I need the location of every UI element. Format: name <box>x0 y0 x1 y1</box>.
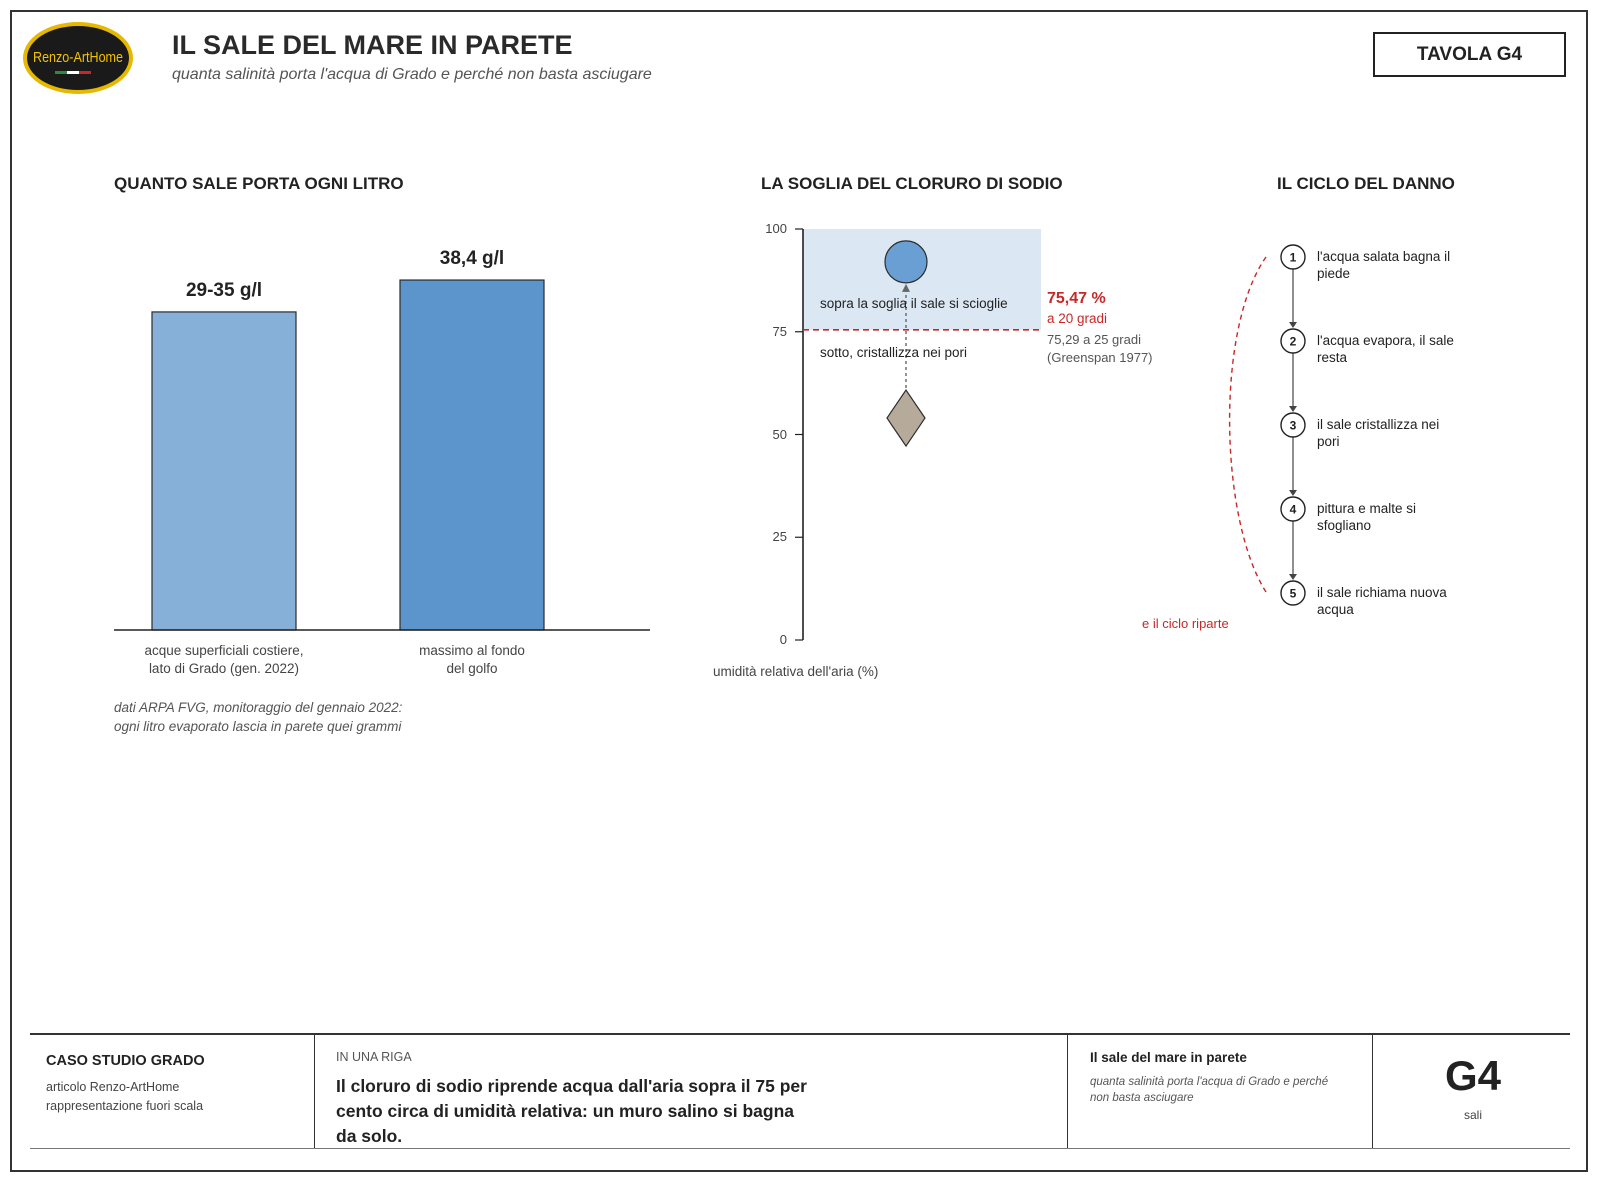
step-number: 5 <box>1290 587 1297 601</box>
step-line: acqua <box>1317 602 1354 617</box>
footer-subtitle: quanta salinità porta l'acqua di Grado e… <box>1090 1076 1329 1104</box>
footer-case-study-head: CASO STUDIO GRADO <box>46 1053 205 1069</box>
footer-top-rule <box>30 1033 1570 1035</box>
step-line: il sale richiama nuova <box>1317 585 1447 600</box>
footer-title: Il sale del mare in parete <box>1090 1050 1247 1065</box>
footer-summary: Il cloruro di sodio riprende acqua dall'… <box>336 1076 807 1146</box>
step-number: 3 <box>1290 419 1297 433</box>
cycle-arrow-head <box>1289 406 1297 412</box>
footer-code-sub: sali <box>1463 1108 1482 1122</box>
footer-article-line: articolo Renzo-ArtHome <box>46 1080 180 1094</box>
cycle-restart-label: e il ciclo riparte <box>1142 616 1229 631</box>
footer-one-line-label: IN UNA RIGA <box>336 1050 412 1064</box>
step-line: pittura e malte si <box>1317 501 1417 516</box>
cycle-arrow-head <box>1289 574 1297 580</box>
step-line: l'acqua evapora, il sale <box>1317 333 1454 348</box>
step-description: pittura e malte si sfogliano <box>1317 500 1477 534</box>
step-line: resta <box>1317 350 1348 365</box>
step-number: 2 <box>1290 335 1297 349</box>
cycle-return-arrow <box>1228 256 1267 593</box>
step-line: piede <box>1317 266 1351 281</box>
footer-scale-line: rappresentazione fuori scala <box>46 1099 204 1113</box>
cycle-arrow-head <box>1289 490 1297 496</box>
step-description: l'acqua evapora, il sale resta <box>1317 332 1477 366</box>
footer-divider <box>1067 1035 1068 1148</box>
step-line: pori <box>1317 434 1340 449</box>
step-line: l'acqua salata bagna il <box>1317 249 1451 264</box>
step-number: 1 <box>1290 251 1297 265</box>
footer-divider <box>314 1035 315 1148</box>
cycle-arrow-head <box>1289 322 1297 328</box>
footer-divider <box>1372 1035 1373 1148</box>
step-line: il sale cristallizza nei <box>1317 417 1440 432</box>
step-description: il sale richiama nuova acqua <box>1317 584 1477 618</box>
step-description: l'acqua salata bagna il piede <box>1317 248 1477 282</box>
footer-code: G4 <box>1444 1052 1502 1099</box>
step-number: 4 <box>1290 503 1297 517</box>
step-line: sfogliano <box>1317 518 1372 533</box>
step-description: il sale cristallizza nei pori <box>1317 416 1477 450</box>
